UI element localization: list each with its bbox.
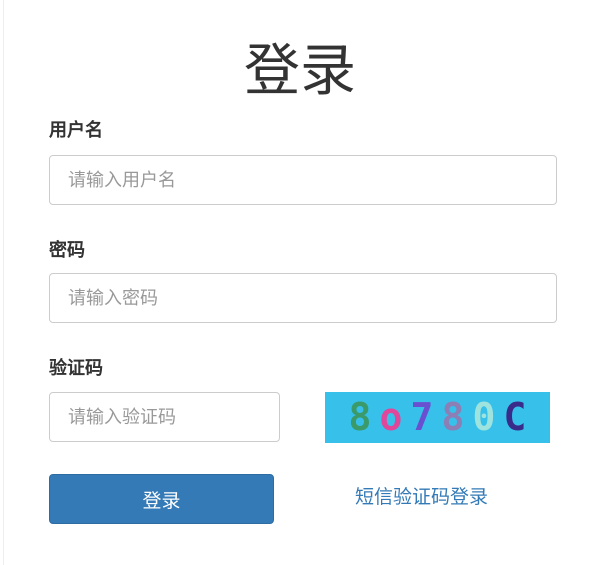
username-label: 用户名 — [49, 120, 103, 141]
sms-login-link[interactable]: 短信验证码登录 — [355, 484, 488, 510]
captcha-label: 验证码 — [49, 358, 103, 379]
page-title: 登录 — [244, 39, 356, 104]
password-input[interactable] — [49, 273, 557, 323]
captcha-char: 8 — [441, 395, 465, 439]
captcha-input[interactable] — [49, 392, 280, 442]
login-page: 登录 用户名 密码 验证码 8o780C 登录 短信验证码登录 — [0, 0, 600, 565]
captcha-image[interactable]: 8o780C — [325, 392, 550, 443]
captcha-char: 7 — [410, 395, 434, 439]
captcha-char: 8 — [348, 395, 372, 439]
username-input[interactable] — [49, 155, 557, 205]
login-button[interactable]: 登录 — [49, 474, 274, 524]
captcha-char: o — [379, 395, 403, 439]
captcha-char: 0 — [472, 395, 496, 439]
password-label: 密码 — [49, 240, 85, 261]
captcha-char: C — [503, 395, 527, 439]
